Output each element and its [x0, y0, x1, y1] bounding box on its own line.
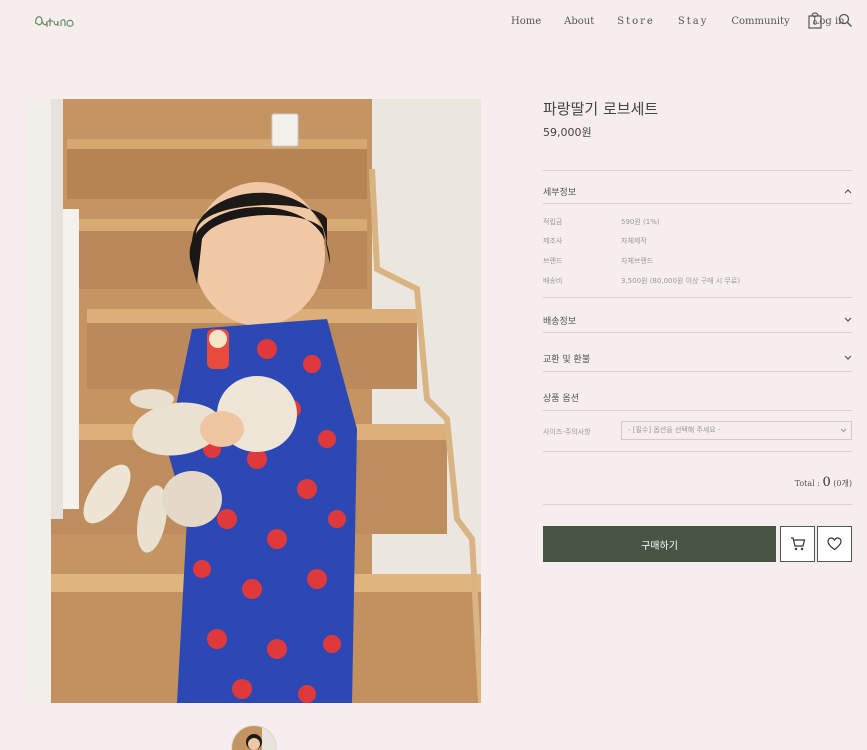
site-logo[interactable] [33, 10, 75, 32]
buy-now-button[interactable]: 구매하기 [543, 526, 776, 562]
divider [543, 203, 852, 204]
cart-count: 0 [813, 19, 817, 27]
detail-row: 적립금 590원 (1%) [543, 217, 852, 227]
product-price: 59,000원 [543, 126, 592, 139]
detail-value: 자체브랜드 [621, 257, 654, 265]
header-cart-button[interactable]: 0 [807, 11, 823, 33]
detail-row: 제조사 자체제작 [543, 236, 852, 246]
divider [543, 451, 852, 452]
cart-icon: 0 [808, 12, 822, 29]
exchange-section-toggle[interactable]: 교환 및 환불 [543, 347, 852, 369]
options-section-title: 상품 옵션 [543, 393, 579, 404]
option-select-value: - [필수] 옵션을 선택해 주세요 - [628, 426, 721, 434]
shipping-section-toggle[interactable]: 배송정보 [543, 309, 852, 331]
nav-about[interactable]: About [564, 16, 594, 27]
nav-community[interactable]: Community [731, 16, 789, 27]
nav-home[interactable]: Home [511, 16, 541, 27]
header-search-button[interactable] [838, 13, 853, 32]
detail-row: 배송비 3,500원 (80,000원 이상 구매 시 무료) [543, 276, 852, 286]
cart-icon [790, 537, 805, 551]
divider [543, 371, 852, 372]
divider [543, 170, 852, 171]
product-main-image [27, 99, 481, 703]
wishlist-button[interactable] [817, 526, 852, 562]
option-label: 사이즈-주의사항 [543, 428, 591, 436]
product-thumbnail[interactable] [231, 725, 277, 750]
detail-value: 자체제작 [621, 237, 647, 245]
chevron-down-icon [840, 428, 847, 433]
logo-icon [35, 16, 74, 27]
detail-value: 590원 (1%) [621, 218, 660, 226]
search-icon [838, 13, 852, 27]
chevron-down-icon [844, 317, 852, 322]
shipping-section-title: 배송정보 [543, 316, 577, 327]
divider [543, 410, 852, 411]
detail-value: 3,500원 (80,000원 이상 구매 시 무료) [621, 277, 741, 285]
detail-key: 배송비 [543, 277, 563, 285]
product-name: 파랑딸기 로브세트 [543, 100, 659, 118]
detail-section-toggle[interactable]: 세부정보 [543, 180, 852, 202]
total-price: Total : 0 (0개) [795, 475, 852, 490]
divider [543, 332, 852, 333]
total-label: Total : [794, 479, 823, 488]
exchange-section-title: 교환 및 환불 [543, 354, 591, 365]
divider [543, 504, 852, 505]
detail-row: 브랜드 자체브랜드 [543, 256, 852, 266]
options-section: 상품 옵션 [543, 386, 852, 408]
nav-store[interactable]: Store [617, 16, 655, 27]
detail-section-title: 세부정보 [543, 187, 577, 198]
total-count: (0개) [833, 479, 852, 488]
detail-key: 브랜드 [543, 257, 563, 265]
divider [543, 297, 852, 298]
nav-stay[interactable]: Stay [678, 16, 708, 27]
detail-key: 적립금 [543, 218, 563, 226]
heart-icon [827, 537, 842, 551]
total-amount: 0 [822, 475, 831, 490]
chevron-up-icon [844, 189, 852, 194]
detail-key: 제조사 [543, 237, 563, 245]
chevron-down-icon [844, 355, 852, 360]
option-select[interactable]: - [필수] 옵션을 선택해 주세요 - [621, 421, 852, 440]
add-to-cart-button[interactable] [780, 526, 815, 562]
